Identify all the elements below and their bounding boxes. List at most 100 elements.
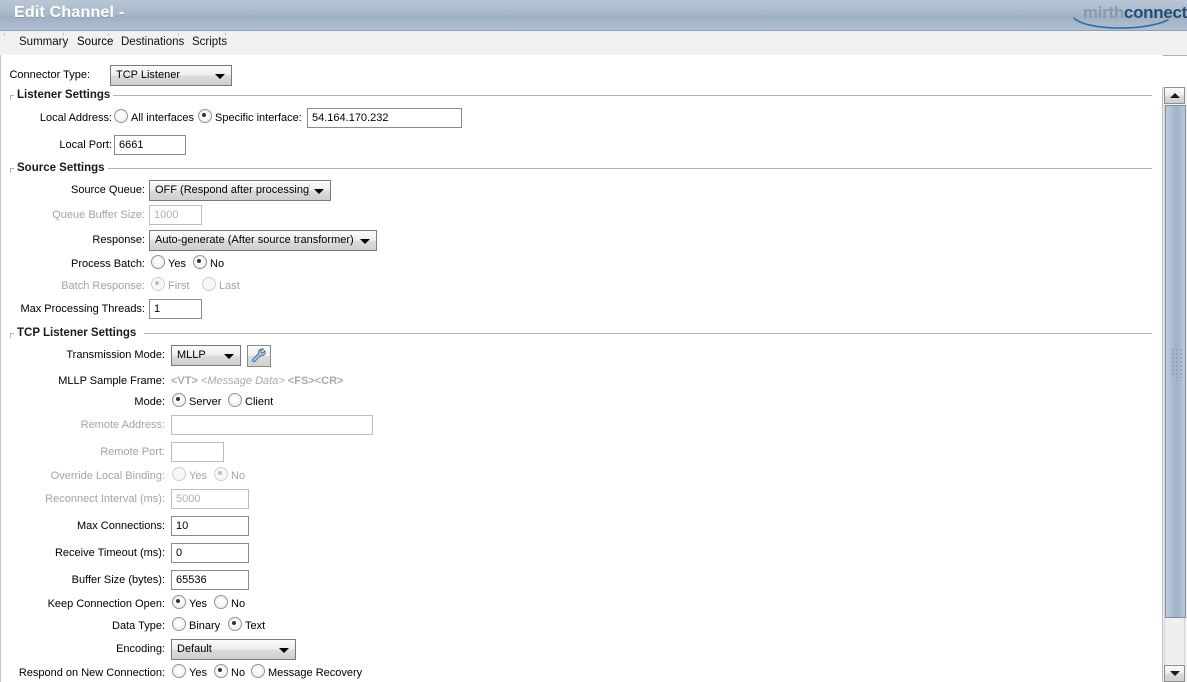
chevron-down-icon: [224, 354, 234, 359]
chevron-down-icon: [314, 189, 324, 194]
queue-buffer-size-input[interactable]: 1000: [149, 205, 202, 225]
scrollbar-track[interactable]: [1164, 105, 1186, 664]
buffer-size-label: Buffer Size (bytes):: [71, 574, 165, 586]
buffer-size-input[interactable]: 65536: [171, 570, 249, 590]
batch-response-first-radio[interactable]: First: [151, 276, 189, 296]
local-address-specific-interface-radio[interactable]: Specific interface:: [198, 108, 302, 128]
respond-on-new-connection-yes-radio[interactable]: Yes: [172, 663, 207, 682]
group-line-right: [144, 333, 1152, 334]
radio-circle-icon: [202, 277, 216, 291]
process-batch-label: Process Batch:: [71, 258, 145, 270]
vertical-scrollbar[interactable]: [1162, 87, 1187, 682]
radio-circle-icon: [172, 595, 186, 609]
local-address-specific-label: Specific interface:: [215, 112, 302, 124]
respond-on-new-connection-recovery-radio[interactable]: Message Recovery: [251, 663, 362, 682]
respond-recovery-label: Message Recovery: [268, 667, 363, 679]
connector-type-label: Connector Type:: [9, 69, 90, 81]
mllp-frame-part3: <FS><CR>: [287, 375, 344, 387]
triangle-down-icon: [1169, 671, 1180, 676]
transmission-mode-settings-button[interactable]: [247, 345, 271, 367]
mode-client-radio[interactable]: Client: [228, 392, 273, 412]
radio-circle-icon: [198, 109, 212, 123]
respond-on-new-connection-no-radio[interactable]: No: [214, 663, 245, 682]
reconnect-interval-value: 5000: [176, 493, 201, 505]
override-local-binding-no-radio[interactable]: No: [214, 466, 245, 486]
reconnect-interval-label: Reconnect Interval (ms):: [45, 493, 165, 505]
keep-connection-open-yes-label: Yes: [189, 598, 207, 610]
transmission-mode-label: Transmission Mode:: [66, 349, 165, 361]
mode-server-radio[interactable]: Server: [172, 392, 221, 412]
group-line-right: [108, 168, 1152, 169]
local-address-input[interactable]: 54.164.170.232: [307, 108, 462, 128]
response-value: Auto-generate (After source transformer): [155, 234, 354, 246]
source-queue-combo[interactable]: OFF (Respond after processing): [149, 180, 331, 201]
local-port-label: Local Port:: [59, 139, 112, 151]
respond-no-label: No: [231, 667, 246, 679]
process-batch-yes-label: Yes: [168, 258, 186, 270]
radio-circle-icon: [151, 255, 165, 269]
mllp-sample-frame-label: MLLP Sample Frame:: [58, 375, 165, 387]
max-connections-input[interactable]: 10: [171, 516, 249, 536]
radio-circle-icon: [214, 664, 228, 678]
transmission-mode-combo[interactable]: MLLP: [171, 345, 241, 366]
keep-connection-open-no-label: No: [231, 598, 246, 610]
max-processing-threads-value: 1: [154, 303, 161, 315]
local-port-input[interactable]: 6661: [114, 135, 186, 155]
local-port-value: 6661: [119, 139, 144, 151]
mllp-sample-frame-value: <VT> <Message Data> <FS><CR>: [171, 371, 343, 391]
receive-timeout-label: Receive Timeout (ms):: [54, 547, 165, 559]
process-batch-yes-radio[interactable]: Yes: [151, 254, 186, 274]
local-address-value: 54.164.170.232: [312, 112, 389, 124]
data-type-text-label: Text: [245, 620, 266, 632]
chevron-down-icon: [360, 239, 370, 244]
radio-circle-icon: [214, 467, 228, 481]
mllp-frame-part1: <VT>: [171, 375, 198, 387]
process-batch-no-label: No: [210, 258, 225, 270]
remote-address-input[interactable]: [171, 415, 373, 435]
process-batch-no-radio[interactable]: No: [193, 254, 224, 274]
override-local-binding-yes-radio[interactable]: Yes: [172, 466, 207, 486]
keep-connection-open-no-radio[interactable]: No: [214, 594, 245, 614]
scrollbar-grip-icon: [1170, 348, 1182, 378]
response-combo[interactable]: Auto-generate (After source transformer): [149, 230, 377, 251]
reconnect-interval-input[interactable]: 5000: [171, 489, 249, 509]
max-processing-threads-label: Max Processing Threads:: [20, 303, 145, 315]
queue-buffer-size-label: Queue Buffer Size:: [52, 209, 145, 221]
encoding-combo[interactable]: Default: [171, 639, 296, 660]
mode-server-label: Server: [189, 396, 222, 408]
tab-separator: [225, 33, 236, 54]
logo-swoosh-icon: [1073, 17, 1169, 29]
scroll-down-button[interactable]: [1164, 665, 1185, 682]
local-address-all-interfaces-radio[interactable]: All interfaces: [114, 108, 194, 128]
remote-port-input[interactable]: [171, 442, 224, 462]
triangle-up-icon: [1169, 93, 1180, 98]
source-queue-value: OFF (Respond after processing): [155, 184, 310, 196]
batch-response-last-radio[interactable]: Last: [202, 276, 240, 296]
radio-circle-icon: [228, 393, 242, 407]
override-local-binding-no-label: No: [231, 470, 246, 482]
radio-circle-icon: [172, 617, 186, 631]
scrollbar-thumb[interactable]: [1165, 105, 1186, 618]
source-queue-label: Source Queue:: [71, 184, 145, 196]
source-settings-title: Source Settings: [14, 162, 108, 174]
keep-connection-open-yes-radio[interactable]: Yes: [172, 594, 207, 614]
data-type-label: Data Type:: [112, 620, 165, 632]
local-address-all-label: All interfaces: [131, 112, 194, 124]
receive-timeout-input[interactable]: 0: [171, 543, 249, 563]
radio-circle-icon: [214, 595, 228, 609]
radio-circle-icon: [114, 109, 128, 123]
transmission-mode-value: MLLP: [177, 349, 206, 361]
queue-buffer-size-value: 1000: [154, 209, 179, 221]
max-processing-threads-input[interactable]: 1: [149, 299, 202, 319]
connector-type-combo[interactable]: TCP Listener: [110, 65, 232, 86]
override-local-binding-yes-label: Yes: [189, 470, 207, 482]
wrench-icon: [251, 348, 266, 363]
respond-on-new-connection-label: Respond on New Connection:: [18, 667, 165, 679]
data-type-binary-radio[interactable]: Binary: [172, 616, 220, 636]
remote-address-label: Remote Address:: [80, 419, 165, 431]
radio-circle-icon: [172, 664, 186, 678]
mode-label: Mode:: [134, 396, 165, 408]
scroll-up-button[interactable]: [1164, 87, 1185, 104]
mirth-connect-logo: mirthconnect: [1037, 0, 1187, 30]
data-type-text-radio[interactable]: Text: [228, 616, 265, 636]
